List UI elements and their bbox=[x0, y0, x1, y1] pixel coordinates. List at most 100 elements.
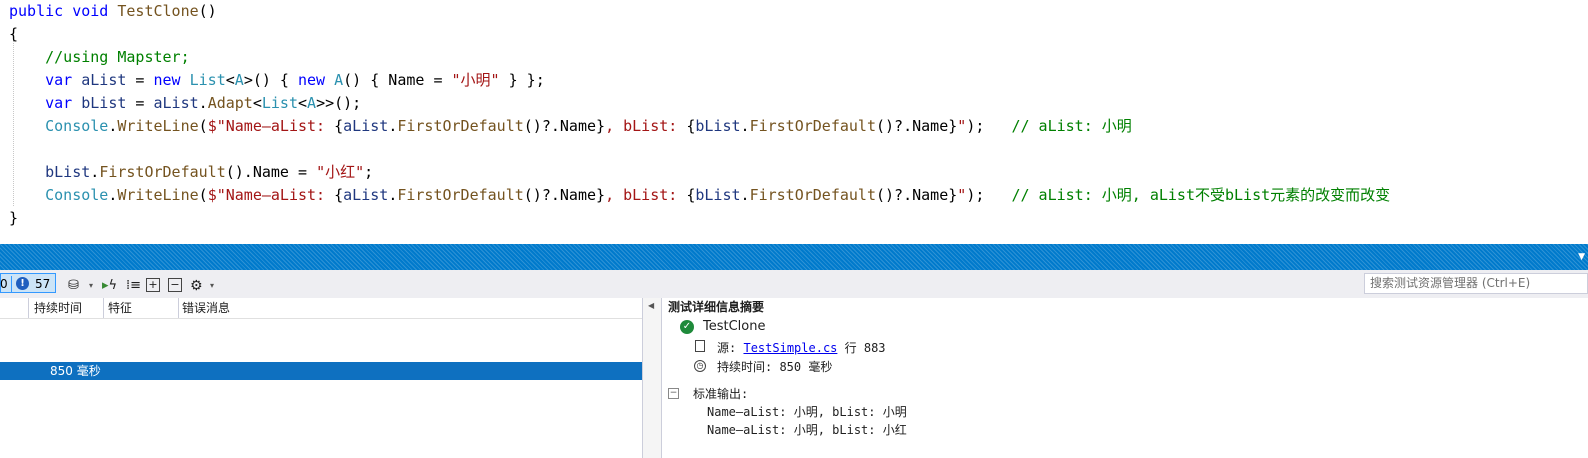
code-token: bList bbox=[695, 186, 741, 204]
code-token: ()?.Name} bbox=[876, 186, 958, 204]
code-token: aList bbox=[81, 71, 127, 89]
column-separator bbox=[103, 298, 104, 318]
code-token: ().Name = bbox=[225, 163, 317, 181]
code-token: () { Name = bbox=[343, 71, 452, 89]
test-results-list[interactable]: 持续时间 特征 错误消息 850 毫秒 bbox=[0, 298, 642, 458]
test-name: TestClone bbox=[703, 319, 766, 334]
code-token: < bbox=[298, 94, 308, 112]
code-token: ); bbox=[966, 186, 1012, 204]
code-line: var aList = new List<A>() { new A() { Na… bbox=[9, 69, 545, 92]
chevron-down-icon[interactable]: ▾ bbox=[89, 276, 93, 296]
code-token: . bbox=[90, 163, 100, 181]
code-token: var bbox=[45, 94, 73, 112]
code-token: Adapt bbox=[207, 94, 253, 112]
code-token: " bbox=[957, 117, 967, 135]
pane-splitter[interactable]: ◀ bbox=[642, 298, 662, 458]
code-token: < bbox=[252, 94, 262, 112]
code-token: >>(); bbox=[316, 94, 362, 112]
code-token: >() { bbox=[243, 71, 298, 89]
stdout-label: 标准输出: bbox=[693, 387, 749, 401]
playlist-icon[interactable]: ⛁ bbox=[68, 276, 79, 296]
code-token: aList bbox=[153, 94, 199, 112]
detail-title: 测试详细信息摘要 bbox=[668, 300, 765, 314]
source-label: 源: bbox=[717, 341, 737, 355]
code-line: Console.WriteLine($"Name—aList: {aList.F… bbox=[9, 184, 1390, 207]
dropdown-arrow-icon[interactable]: ▼ bbox=[1578, 252, 1585, 262]
code-token: , bList: bbox=[605, 117, 687, 135]
code-token: ()?.Name} bbox=[523, 117, 606, 135]
collapse-box-icon[interactable]: − bbox=[668, 388, 679, 399]
settings-icon[interactable]: ⚙ bbox=[190, 276, 203, 296]
test-search-input[interactable]: 搜索测试资源管理器 (Ctrl+E) bbox=[1364, 273, 1588, 294]
pass-check-icon: ✓ bbox=[680, 320, 694, 334]
code-token: aList bbox=[343, 186, 389, 204]
code-token: ()?.Name} bbox=[876, 117, 958, 135]
code-line: //using Mapster; bbox=[9, 46, 190, 69]
collapse-all-icon[interactable]: − bbox=[168, 278, 182, 292]
run-icon[interactable]: ▸ϟ bbox=[102, 276, 117, 296]
source-file-link[interactable]: TestSimple.cs bbox=[743, 341, 837, 355]
stdout-line-1: Name—aList: 小明, bList: 小明 bbox=[707, 405, 907, 419]
error-count: 57 bbox=[35, 277, 51, 291]
code-token: . bbox=[198, 94, 208, 112]
code-token: List bbox=[189, 71, 226, 89]
search-placeholder: 搜索测试资源管理器 (Ctrl+E) bbox=[1370, 276, 1531, 290]
code-token: . bbox=[740, 117, 750, 135]
source-file-icon bbox=[695, 340, 705, 352]
code-token: var bbox=[45, 71, 73, 89]
code-token: . bbox=[740, 186, 750, 204]
chevron-down-icon[interactable]: ▾ bbox=[210, 276, 214, 296]
window-splitter[interactable] bbox=[0, 244, 1588, 270]
test-detail-summary: 测试详细信息摘要 ✓ TestClone 源: TestSimple.cs 行 … bbox=[662, 298, 1588, 458]
row-duration: 850 毫秒 bbox=[50, 364, 101, 378]
code-token: A bbox=[334, 71, 344, 89]
code-token: public bbox=[9, 2, 64, 20]
code-token: bList bbox=[695, 117, 741, 135]
code-token: } }; bbox=[499, 71, 545, 89]
code-token: WriteLine bbox=[117, 186, 199, 204]
test-explorer-toolbar bbox=[0, 270, 1588, 298]
code-token: "小明" bbox=[451, 71, 500, 89]
error-circle-icon: ! bbox=[16, 277, 29, 290]
code-token: new bbox=[153, 71, 181, 89]
code-token: Console bbox=[45, 117, 109, 135]
code-line: } bbox=[9, 207, 18, 230]
column-header-error-message[interactable]: 错误消息 bbox=[182, 298, 230, 318]
code-token: } bbox=[9, 209, 19, 227]
header-divider bbox=[0, 318, 642, 319]
code-token: ( bbox=[198, 186, 208, 204]
code-line: bList.FirstOrDefault().Name = "小红"; bbox=[9, 161, 373, 184]
source-row: 源: TestSimple.cs 行 883 bbox=[717, 339, 886, 356]
code-token: void bbox=[72, 2, 109, 20]
code-token: " bbox=[957, 186, 967, 204]
code-token: bList bbox=[81, 94, 127, 112]
code-token: ()?.Name} bbox=[523, 186, 606, 204]
code-line: public void TestClone() bbox=[9, 0, 217, 23]
column-header-traits[interactable]: 特征 bbox=[108, 298, 132, 318]
triangle-left-icon[interactable]: ◀ bbox=[648, 301, 654, 310]
error-filter-button[interactable]: 0 ! 57 bbox=[0, 273, 56, 293]
code-token: { bbox=[334, 117, 344, 135]
code-token: aList bbox=[343, 117, 389, 135]
code-token: ); bbox=[966, 117, 1012, 135]
clock-icon: ◷ bbox=[694, 360, 706, 372]
code-token: List bbox=[261, 94, 298, 112]
table-row-selected[interactable]: 850 毫秒 bbox=[0, 362, 642, 380]
code-token: // aList: 小明, aList不受bList元素的改变而改变 bbox=[1011, 186, 1391, 204]
column-separator bbox=[178, 298, 179, 318]
code-token: { bbox=[9, 25, 19, 43]
expand-all-icon[interactable]: + bbox=[146, 278, 160, 292]
code-editor[interactable]: public void TestClone() { //using Mapster… bbox=[0, 0, 1588, 244]
code-token: ( bbox=[198, 117, 208, 135]
group-icon[interactable]: ⁞≡ bbox=[126, 276, 141, 296]
column-header-duration[interactable]: 持续时间 bbox=[34, 298, 82, 318]
code-token: $"Name—aList: bbox=[207, 186, 335, 204]
